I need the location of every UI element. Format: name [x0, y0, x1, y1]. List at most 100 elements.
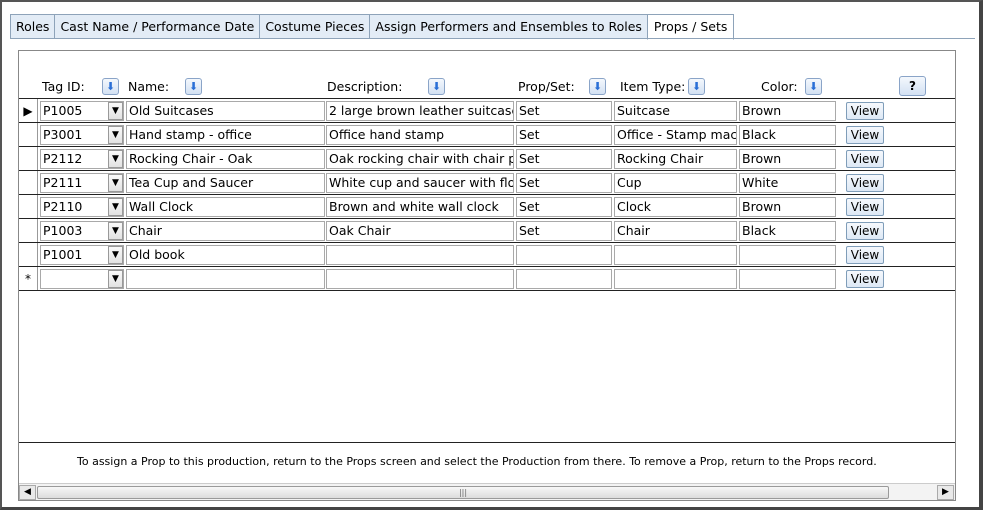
description-field[interactable]: Office hand stamp: [326, 125, 514, 145]
sort-prop-set-button[interactable]: ⬇: [589, 78, 606, 95]
record-selector[interactable]: [19, 147, 38, 171]
sort-tag-id-button[interactable]: ⬇: [102, 78, 119, 95]
prop-set-field[interactable]: [516, 269, 612, 289]
help-button[interactable]: ?: [899, 76, 926, 96]
item-type-field[interactable]: Rocking Chair: [614, 149, 737, 169]
view-button[interactable]: View: [846, 246, 884, 264]
description-field[interactable]: White cup and saucer with flowe: [326, 173, 514, 193]
tab-assign-performers[interactable]: Assign Performers and Ensembles to Roles: [369, 14, 647, 39]
header-prop-set: Prop/Set:: [518, 79, 575, 94]
tab-roles[interactable]: Roles: [10, 14, 55, 39]
name-field[interactable]: Hand stamp - office: [126, 125, 325, 145]
record-selector[interactable]: [19, 243, 38, 267]
color-field[interactable]: Brown: [739, 197, 836, 217]
color-field[interactable]: Black: [739, 221, 836, 241]
prop-set-field[interactable]: Set: [516, 197, 612, 217]
tab-divider: [10, 38, 975, 39]
prop-set-field[interactable]: Set: [516, 221, 612, 241]
down-arrow-icon: ⬇: [105, 80, 116, 93]
view-button[interactable]: View: [846, 198, 884, 216]
description-field[interactable]: [326, 269, 514, 289]
prop-set-field[interactable]: Set: [516, 149, 612, 169]
prop-set-field[interactable]: Set: [516, 125, 612, 145]
color-field[interactable]: Black: [739, 125, 836, 145]
row-divider: [19, 194, 955, 195]
record-selector[interactable]: [19, 123, 38, 147]
record-selector[interactable]: *: [19, 267, 38, 291]
footer-divider: [19, 442, 955, 443]
tab-costume-pieces[interactable]: Costume Pieces: [259, 14, 370, 39]
dropdown-arrow-icon[interactable]: ▼: [108, 246, 123, 264]
color-field[interactable]: Brown: [739, 149, 836, 169]
item-type-field[interactable]: Clock: [614, 197, 737, 217]
name-field[interactable]: Rocking Chair - Oak: [126, 149, 325, 169]
color-field[interactable]: [739, 269, 836, 289]
item-type-field[interactable]: Chair: [614, 221, 737, 241]
record-selector[interactable]: [19, 195, 38, 219]
left-arrow-icon[interactable]: ◀: [19, 485, 36, 500]
description-field[interactable]: Brown and white wall clock: [326, 197, 514, 217]
view-button[interactable]: View: [846, 102, 884, 120]
dropdown-arrow-icon[interactable]: ▼: [108, 270, 123, 288]
name-field[interactable]: Old book: [126, 245, 325, 265]
horizontal-scrollbar[interactable]: ◀ ||| ▶: [19, 483, 955, 500]
row-divider: [19, 242, 955, 243]
item-type-field[interactable]: Office - Stamp mach: [614, 125, 737, 145]
sort-item-type-button[interactable]: ⬇: [688, 78, 705, 95]
sort-description-button[interactable]: ⬇: [428, 78, 445, 95]
header-description: Description:: [327, 79, 403, 94]
view-button[interactable]: View: [846, 174, 884, 192]
item-type-field[interactable]: [614, 245, 737, 265]
description-field[interactable]: Oak Chair: [326, 221, 514, 241]
name-field[interactable]: [126, 269, 325, 289]
form-window: Roles Cast Name / Performance Date Costu…: [0, 0, 983, 510]
dropdown-arrow-icon[interactable]: ▼: [108, 198, 123, 216]
name-field[interactable]: Wall Clock: [126, 197, 325, 217]
view-button[interactable]: View: [846, 222, 884, 240]
color-field[interactable]: [739, 245, 836, 265]
name-field[interactable]: Tea Cup and Saucer: [126, 173, 325, 193]
down-arrow-icon: ⬇: [691, 80, 702, 93]
name-field[interactable]: Chair: [126, 221, 325, 241]
down-arrow-icon: ⬇: [592, 80, 603, 93]
record-selector[interactable]: ▶: [19, 99, 38, 123]
scrollbar-thumb[interactable]: |||: [37, 486, 889, 499]
row-divider: [19, 122, 955, 123]
view-button[interactable]: View: [846, 270, 884, 288]
dropdown-arrow-icon[interactable]: ▼: [108, 126, 123, 144]
color-field[interactable]: Brown: [739, 101, 836, 121]
down-arrow-icon: ⬇: [431, 80, 442, 93]
prop-set-field[interactable]: [516, 245, 612, 265]
right-arrow-icon[interactable]: ▶: [937, 485, 954, 500]
view-button[interactable]: View: [846, 126, 884, 144]
dropdown-arrow-icon[interactable]: ▼: [108, 150, 123, 168]
row-divider: [19, 290, 955, 291]
item-type-field[interactable]: Suitcase: [614, 101, 737, 121]
footer-instructions: To assign a Prop to this production, ret…: [77, 455, 877, 468]
dropdown-arrow-icon[interactable]: ▼: [108, 222, 123, 240]
tab-cast-name-performance-date[interactable]: Cast Name / Performance Date: [54, 14, 260, 39]
down-arrow-icon: ⬇: [808, 80, 819, 93]
name-field[interactable]: Old Suitcases: [126, 101, 325, 121]
prop-set-field[interactable]: Set: [516, 173, 612, 193]
tab-props-sets[interactable]: Props / Sets: [646, 14, 735, 40]
record-selector[interactable]: [19, 171, 38, 195]
props-subform: Tag ID: ⬇ Name: ⬇ Description: ⬇ Prop/Se…: [18, 50, 956, 501]
header-name: Name:: [128, 79, 170, 94]
row-divider: [19, 146, 955, 147]
item-type-field[interactable]: Cup: [614, 173, 737, 193]
description-field[interactable]: 2 large brown leather suitcases: [326, 101, 514, 121]
description-field[interactable]: Oak rocking chair with chair pac: [326, 149, 514, 169]
prop-set-field[interactable]: Set: [516, 101, 612, 121]
color-field[interactable]: White: [739, 173, 836, 193]
dropdown-arrow-icon[interactable]: ▼: [108, 174, 123, 192]
record-selector[interactable]: [19, 219, 38, 243]
tab-bar: Roles Cast Name / Performance Date Costu…: [10, 14, 735, 40]
view-button[interactable]: View: [846, 150, 884, 168]
sort-color-button[interactable]: ⬇: [805, 78, 822, 95]
dropdown-arrow-icon[interactable]: ▼: [108, 102, 123, 120]
item-type-field[interactable]: [614, 269, 737, 289]
sort-name-button[interactable]: ⬇: [185, 78, 202, 95]
description-field[interactable]: [326, 245, 514, 265]
header-tag-id: Tag ID:: [42, 79, 85, 94]
